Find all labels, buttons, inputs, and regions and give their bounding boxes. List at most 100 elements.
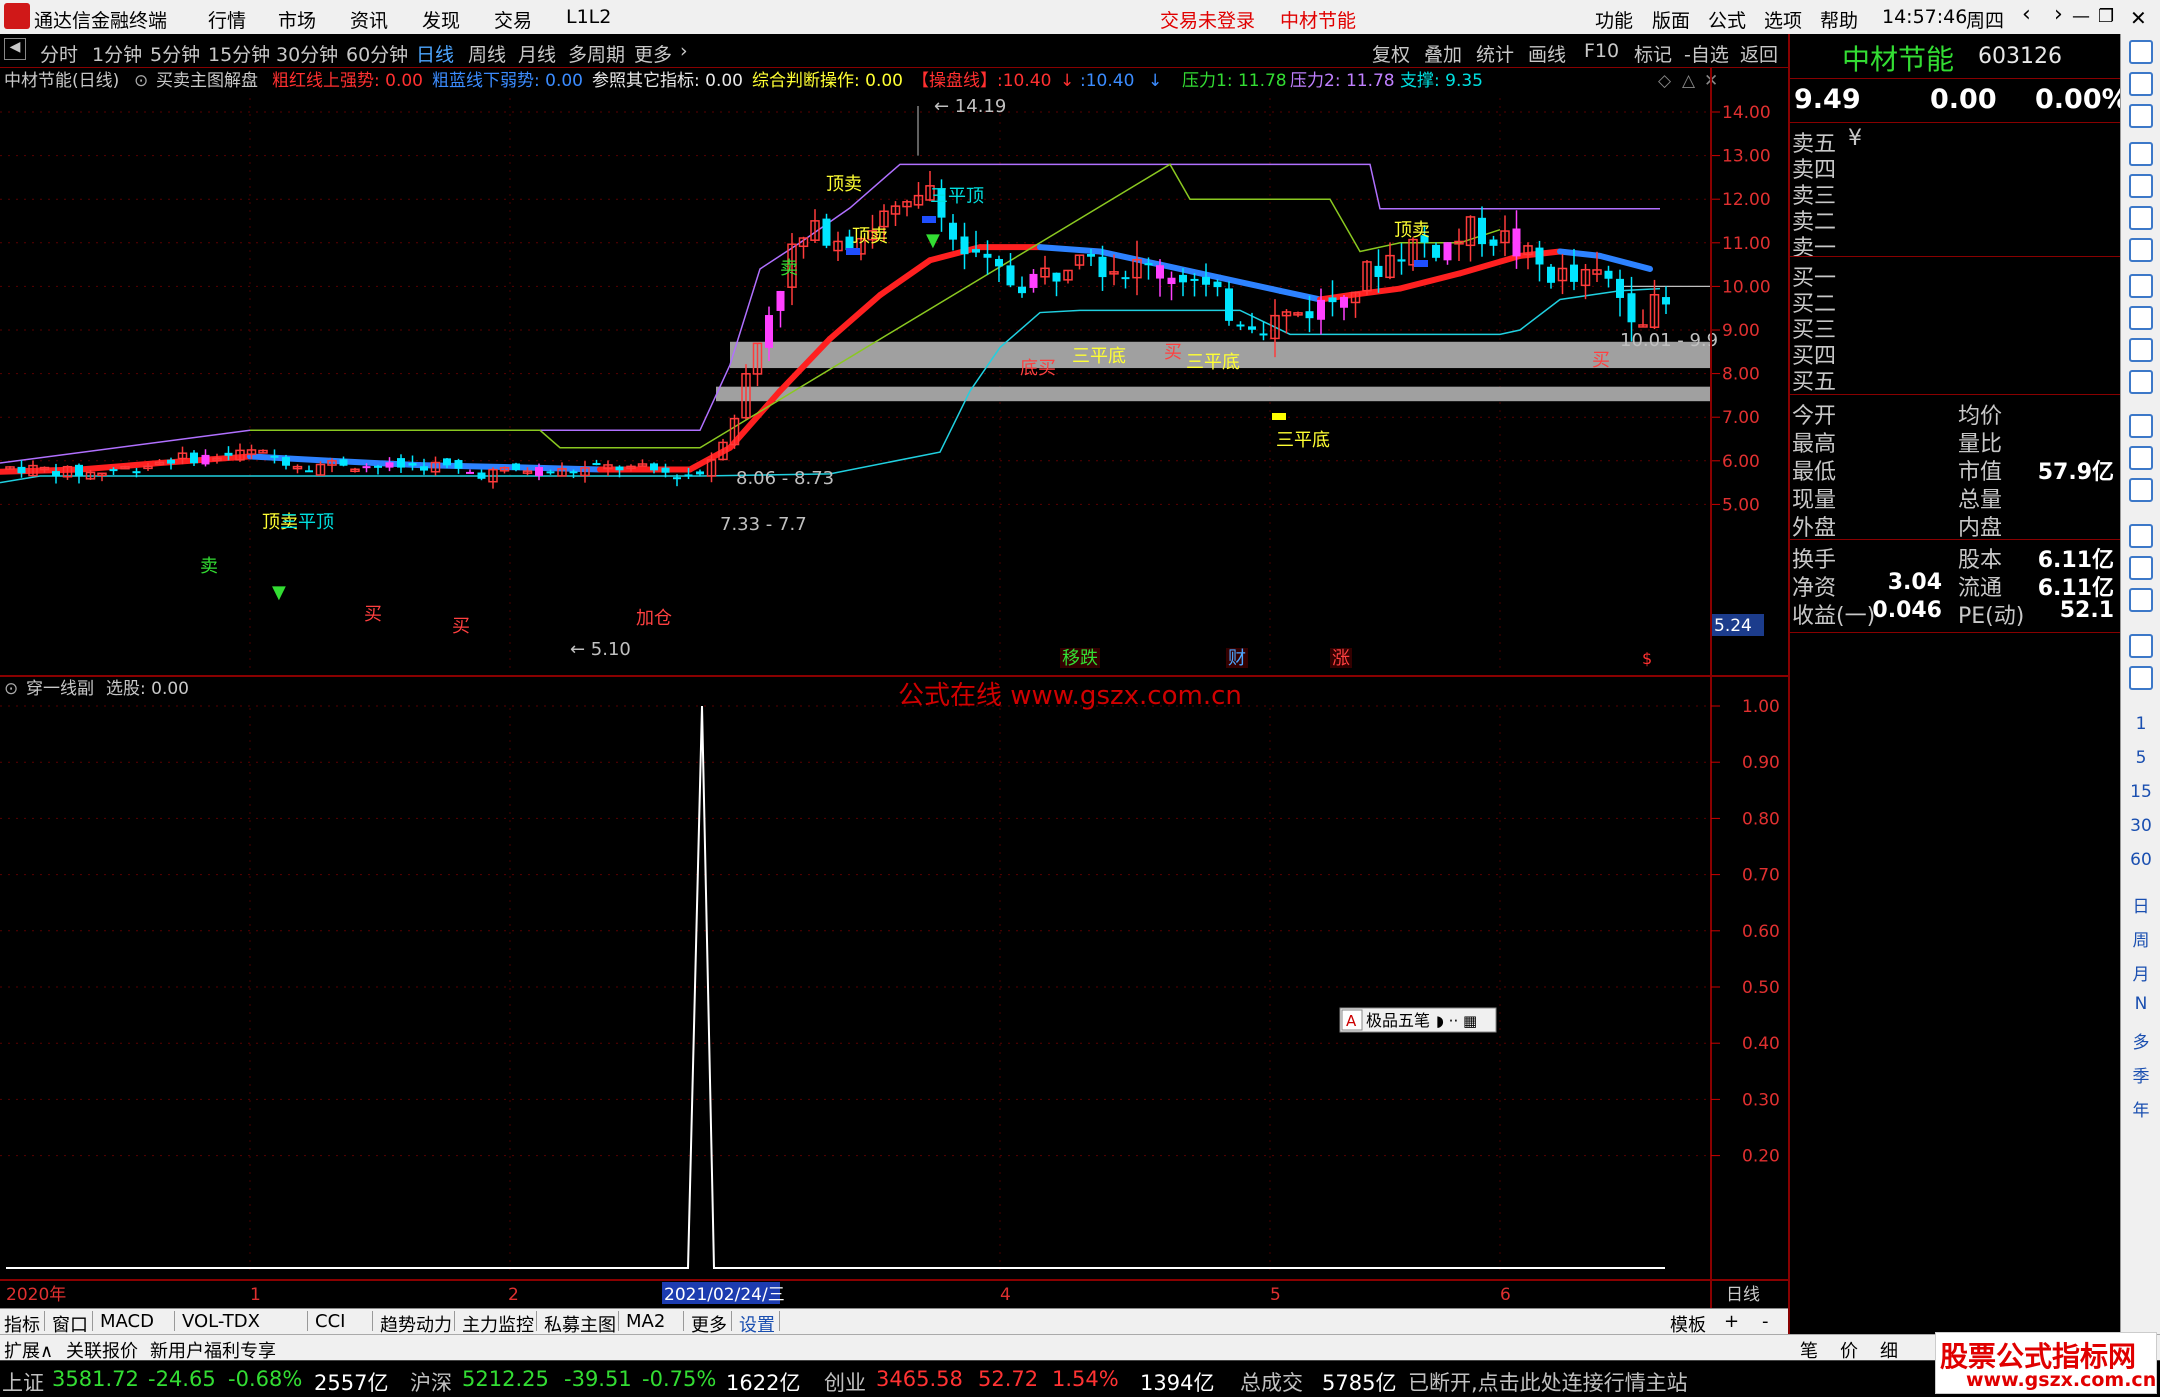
menu-l1l2[interactable]: L1L2 — [566, 6, 611, 28]
chevron-right-icon[interactable]: › — [680, 40, 688, 62]
forward-icon[interactable]: › — [2054, 2, 2063, 27]
indicator-tab[interactable]: CCI — [315, 1311, 345, 1332]
news-icon[interactable] — [2129, 338, 2153, 362]
kline-icon[interactable] — [2129, 238, 2153, 262]
period-fenshi[interactable]: 分时 — [40, 40, 78, 67]
candle-body — [1547, 266, 1555, 283]
btn-fuquan[interactable]: 复权 — [1372, 40, 1410, 67]
f10-icon[interactable] — [2129, 306, 2153, 330]
sidebar-30min[interactable]: 30 — [2121, 816, 2160, 836]
legend-1: 粗蓝线下弱势: 0.00 — [432, 71, 583, 91]
menu-gongneng[interactable]: 功能 — [1595, 6, 1633, 33]
period-multi[interactable]: 多周期 — [568, 40, 625, 67]
menu-jiaoyi[interactable]: 交易 — [494, 6, 532, 33]
indicator-tab[interactable]: VOL-TDX — [182, 1311, 260, 1332]
menu-faxian[interactable]: 发现 — [422, 6, 460, 33]
quote-info-cell: 最低 — [1792, 460, 1837, 485]
grid-icon[interactable] — [2129, 174, 2153, 198]
dollar-icon: $ — [1642, 649, 1652, 668]
btn-f10[interactable]: F10 — [1584, 40, 1619, 62]
candle-body — [109, 469, 118, 472]
sidebar-5min[interactable]: 5 — [2121, 748, 2160, 768]
rsi-icon[interactable] — [2129, 524, 2153, 548]
btn-diejia[interactable]: 叠加 — [1424, 40, 1462, 67]
btn-tongji[interactable]: 统计 — [1476, 40, 1514, 67]
sidebar-multi[interactable]: 多 — [2121, 1028, 2160, 1053]
candle-body — [1190, 278, 1199, 281]
pen-icon[interactable] — [2129, 588, 2153, 612]
period-weekly[interactable]: 周线 — [468, 40, 506, 67]
minimize-icon[interactable]: — — [2072, 6, 2090, 27]
sub-panel-title: 穿一线副 — [26, 679, 94, 699]
period-60min[interactable]: 60分钟 — [346, 40, 408, 67]
sidebar-1min[interactable]: 1 — [2121, 714, 2160, 734]
menu-bangzhu[interactable]: 帮助 — [1820, 6, 1858, 33]
sidebar-year[interactable]: 年 — [2121, 1096, 2160, 1121]
menu-shichang[interactable]: 市场 — [278, 6, 316, 33]
kline-chart[interactable]: 中材节能(日线) ⊙ 买卖主图解盘 粗红线上强势: 0.00 粗蓝线下弱势: 0… — [0, 68, 1788, 1308]
chart-icon[interactable] — [2129, 142, 2153, 166]
chart-annotation: 10.01 - 9.9 — [1620, 330, 1718, 351]
star-icon[interactable] — [2129, 478, 2153, 502]
menu-hangqing[interactable]: 行情 — [208, 6, 246, 33]
sidebar-week[interactable]: 周 — [2121, 926, 2160, 951]
candle-body — [1317, 299, 1325, 320]
trade-status[interactable]: 交易未登录 — [1160, 6, 1255, 33]
app-logo-icon — [4, 3, 30, 29]
sidebar-season[interactable]: 季 — [2121, 1062, 2160, 1087]
sidebar-day[interactable]: 日 — [2121, 892, 2160, 917]
f5-icon[interactable] — [2129, 634, 2153, 658]
sidebar-n[interactable]: N — [2121, 994, 2160, 1014]
indicator-tab[interactable]: MA2 — [626, 1311, 665, 1332]
tab-separator — [174, 1311, 175, 1331]
maximize-icon[interactable]: ❐ — [2098, 6, 2114, 27]
menu-banmian[interactable]: 版面 — [1652, 6, 1690, 33]
trend-icon[interactable] — [2129, 206, 2153, 230]
chart-area[interactable]: 中材节能(日线) ⊙ 买卖主图解盘 粗红线上强势: 0.00 粗蓝线下弱势: 0… — [0, 68, 1788, 1308]
sidebar-month[interactable]: 月 — [2121, 960, 2160, 985]
period-daily[interactable]: 日线 — [416, 40, 454, 67]
move-icon[interactable] — [2129, 556, 2153, 580]
list-icon[interactable] — [2129, 274, 2153, 298]
period-monthly[interactable]: 月线 — [518, 40, 556, 67]
connection-message[interactable]: 已断开,点击此处连接行情主站 — [1408, 1367, 1688, 1397]
indicator-tab[interactable]: MACD — [100, 1311, 154, 1332]
layers-icon[interactable] — [2129, 666, 2153, 690]
sidebar-60min[interactable]: 60 — [2121, 850, 2160, 870]
quote-info-cell — [2020, 398, 2114, 426]
x-axis-label: 2021/02/24/三 — [664, 1285, 785, 1305]
clock-icon[interactable] — [2129, 446, 2153, 470]
candle-body — [282, 457, 290, 466]
app-title: 通达信金融终端 — [34, 10, 168, 32]
btn-fanhui[interactable]: 返回 — [1740, 40, 1778, 67]
btn-zixuan[interactable]: -自选 — [1684, 40, 1729, 67]
btn-biaoji[interactable]: 标记 — [1634, 40, 1672, 67]
back-icon[interactable]: ‹ — [2022, 2, 2031, 27]
home-icon[interactable] — [2129, 72, 2153, 96]
chart-annotation: ← 5.10 — [570, 639, 631, 660]
btn-remove-panel[interactable]: - — [1762, 1311, 1769, 1332]
table-icon[interactable] — [2129, 370, 2153, 394]
candle-body — [546, 471, 555, 474]
period-5min[interactable]: 5分钟 — [150, 40, 200, 67]
arrow-up-icon[interactable] — [2129, 40, 2153, 64]
btn-add-panel[interactable]: + — [1724, 1311, 1739, 1332]
menu-xuanxiang[interactable]: 选项 — [1764, 6, 1802, 33]
indicator-name: 买卖主图解盘 — [156, 71, 258, 91]
period-1min[interactable]: 1分钟 — [92, 40, 142, 67]
btn-huaxian[interactable]: 画线 — [1528, 40, 1566, 67]
period-15min[interactable]: 15分钟 — [208, 40, 270, 67]
arrow-down-icon[interactable] — [2129, 104, 2153, 128]
sidebar-15min[interactable]: 15 — [2121, 782, 2160, 802]
f2-icon[interactable] — [2129, 414, 2153, 438]
close-icon[interactable]: ✕ — [2130, 6, 2147, 30]
sub-tick: 0.30 — [1742, 1090, 1780, 1110]
menu-zixun[interactable]: 资讯 — [350, 6, 388, 33]
menu-gongshi[interactable]: 公式 — [1708, 6, 1746, 33]
chart-annotation: 三平底 — [1276, 430, 1330, 451]
collapse-icon[interactable]: ◀ — [4, 38, 26, 60]
period-more[interactable]: 更多 — [634, 40, 672, 67]
quote-info-cell — [1848, 482, 1942, 510]
period-30min[interactable]: 30分钟 — [276, 40, 338, 67]
quote-info-cell: 总量 — [1958, 488, 2003, 513]
